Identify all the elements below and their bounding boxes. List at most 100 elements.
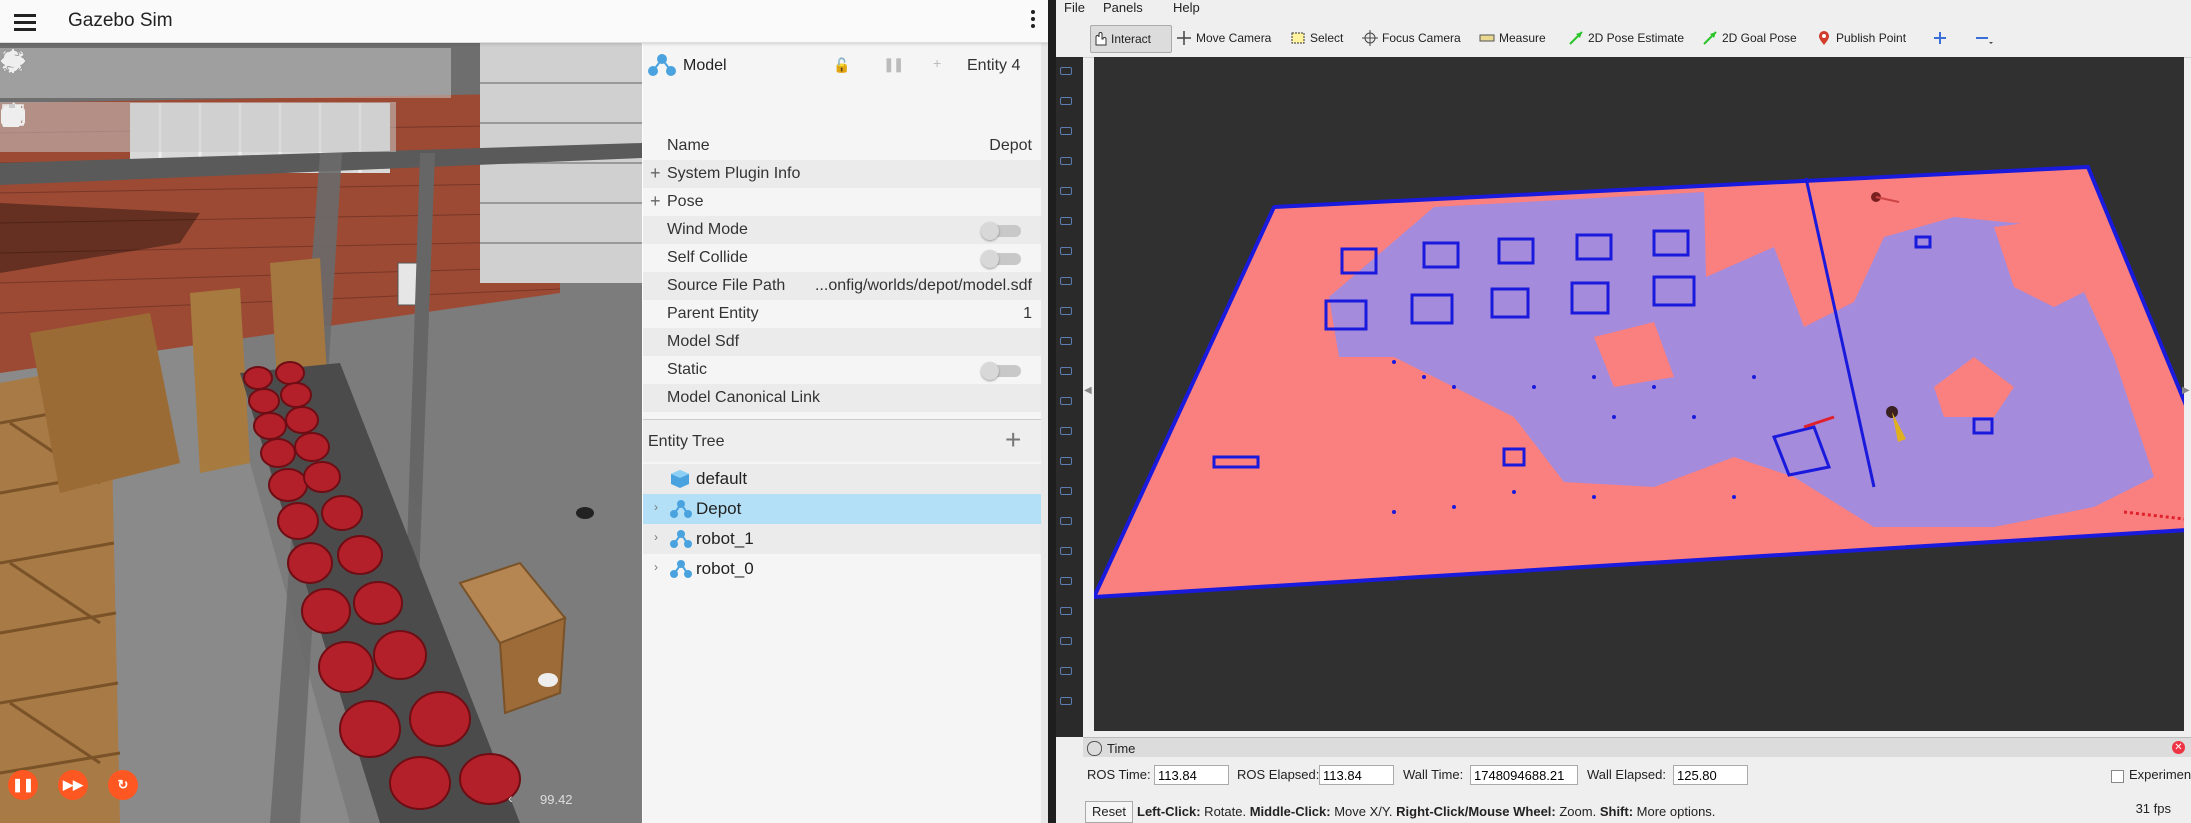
gazebo-header: Gazebo Sim: [0, 0, 1048, 43]
ros-elapsed-field[interactable]: [1319, 765, 1394, 785]
cone-shape-icon[interactable]: [2, 48, 142, 92]
translate-icon[interactable]: [1, 103, 92, 146]
remove-tool-button[interactable]: [1974, 25, 1998, 51]
model-icon: [647, 53, 677, 82]
tree-item-label: robot_0: [696, 559, 754, 578]
experimental-checkbox[interactable]: [2111, 770, 2124, 783]
row-value: ...onfig/worlds/depot/model.sdf: [814, 277, 1032, 294]
row-key: Name: [667, 137, 710, 154]
menu-file[interactable]: File: [1064, 0, 1085, 15]
rotate-icon[interactable]: [2, 102, 141, 146]
entity-id: Entity 4: [967, 57, 1021, 74]
tool-interact[interactable]: Interact: [1090, 25, 1172, 53]
tool-focus-camera[interactable]: Focus Camera: [1362, 25, 1461, 51]
tree-item-default[interactable]: default: [643, 464, 1041, 494]
inspector-header: Model 🔓 ❚❚ + Entity 4: [643, 43, 1041, 85]
rviz-menubar: File Panels Help: [1056, 0, 2191, 16]
grid-icon[interactable]: [2, 104, 238, 146]
row-key: Parent Entity: [667, 305, 759, 322]
directional-light-icon[interactable]: [2, 51, 389, 92]
inspector-row-system-plugin-info[interactable]: + System Plugin Info: [643, 160, 1041, 188]
map-pin-icon: [1819, 31, 1829, 45]
row-key: Model Canonical Link: [667, 389, 820, 406]
scene-3d-viewport[interactable]: ❚❚ ▶▶ ↻ ‹ 99.42: [0, 43, 642, 823]
close-panel-icon[interactable]: ✕: [2172, 741, 2185, 754]
row-key: Model Sdf: [667, 333, 740, 350]
row-key: Source File Path: [667, 277, 786, 294]
inspector-row-parent-entity: Parent Entity 1: [643, 300, 1041, 328]
expand-arrow-icon[interactable]: ›: [654, 530, 658, 544]
ros-time-field[interactable]: [1154, 765, 1229, 785]
left-panel-toggle-icon[interactable]: ◀: [1084, 385, 1092, 396]
tool-measure[interactable]: Measure: [1479, 25, 1546, 51]
menu-panels[interactable]: Panels: [1103, 0, 1143, 15]
sphere-shape-icon[interactable]: [1, 49, 92, 92]
row-key: Static: [667, 361, 708, 378]
cylinder-shape-icon[interactable]: [3, 50, 191, 92]
tree-item-depot[interactable]: › Depot: [643, 494, 1041, 524]
app-title: Gazebo Sim: [68, 10, 173, 31]
add-tool-button[interactable]: [1932, 25, 1952, 51]
fps-counter: 31 fps: [2135, 801, 2171, 816]
capsule-shape-icon[interactable]: [6, 49, 241, 92]
gazebo-scrollbar[interactable]: [1041, 43, 1048, 823]
wall-time-label: Wall Time:: [1403, 767, 1464, 782]
collapsed-displays-panel[interactable]: [1056, 57, 1083, 737]
self-collide-toggle[interactable]: [981, 250, 1021, 268]
wind-mode-toggle[interactable]: [981, 222, 1021, 240]
kebab-menu-icon[interactable]: [1030, 10, 1036, 32]
spot-light-icon[interactable]: [4, 52, 439, 92]
paste-icon[interactable]: [4, 104, 384, 146]
reset-simulation-button[interactable]: ↻: [108, 770, 138, 800]
tree-item-label: robot_1: [696, 529, 754, 548]
pause-updates-icon[interactable]: ❚❚: [883, 56, 905, 73]
playback-controls: ❚❚ ▶▶ ↻: [8, 770, 158, 800]
rviz-3d-view[interactable]: [1094, 57, 2184, 731]
wall-elapsed-field[interactable]: [1673, 765, 1748, 785]
ellipsoid-shape-icon[interactable]: [0, 54, 290, 92]
experimental-label: Experimental: [2129, 767, 2191, 782]
wall-time-field[interactable]: [1470, 765, 1578, 785]
expand-plus-icon[interactable]: +: [650, 191, 661, 212]
lock-icon[interactable]: 🔓: [833, 57, 850, 74]
static-toggle[interactable]: [981, 362, 1021, 380]
screenshot-camera-icon[interactable]: [1, 106, 287, 146]
tool-2d-goal-pose[interactable]: 2D Goal Pose: [1702, 25, 1797, 51]
tool-publish-point[interactable]: Publish Point: [1816, 25, 1906, 51]
pause-button[interactable]: ❚❚: [8, 770, 38, 800]
reset-button[interactable]: Reset: [1085, 801, 1133, 823]
snap-icon[interactable]: [5, 107, 189, 146]
minus-icon: [1976, 37, 1993, 44]
expand-plus-icon[interactable]: +: [650, 163, 661, 184]
wall-elapsed-label: Wall Elapsed:: [1587, 767, 1666, 782]
expand-arrow-icon[interactable]: ›: [654, 560, 658, 574]
menu-help[interactable]: Help: [1173, 0, 1200, 15]
expand-arrow-icon[interactable]: ›: [654, 500, 658, 514]
add-entity-icon[interactable]: +: [1005, 424, 1021, 456]
tool-select[interactable]: Select: [1290, 25, 1343, 51]
inspector-row-pose[interactable]: + Pose: [643, 188, 1041, 216]
step-forward-button[interactable]: ▶▶: [58, 770, 88, 800]
row-key: Pose: [667, 193, 704, 210]
add-component-icon[interactable]: +: [933, 55, 941, 71]
tool-move-camera[interactable]: Move Camera: [1176, 25, 1271, 51]
tool-label: Move Camera: [1196, 31, 1272, 45]
model-icon: [670, 529, 692, 554]
tree-item-robot-1[interactable]: › robot_1: [643, 524, 1041, 554]
tree-item-robot-0[interactable]: › robot_0: [643, 554, 1041, 584]
rtf-expand-icon[interactable]: ‹: [508, 790, 513, 806]
copy-icon[interactable]: [3, 105, 336, 146]
hamburger-menu-icon[interactable]: [14, 11, 36, 31]
hand-icon: [1095, 32, 1107, 46]
point-light-icon[interactable]: [1, 49, 340, 92]
ros-time-label: ROS Time:: [1087, 767, 1151, 782]
tool-2d-pose-estimate[interactable]: 2D Pose Estimate: [1568, 25, 1684, 51]
time-panel-title: Time: [1107, 741, 1136, 756]
rviz-window: File Panels Help Interact Move Camera Se…: [1056, 0, 2191, 823]
inspector-row-source-file-path: Source File Path ...onfig/worlds/depot/m…: [643, 272, 1041, 300]
mouse-hint: Left-Click: Rotate. Middle-Click: Move X…: [1137, 804, 1716, 819]
gazebo-window: Gazebo Sim ❚❚ ▶▶ ↻ ‹ 99.42 Model 🔓 ❚❚ + …: [0, 0, 1048, 823]
right-panel-toggle-icon[interactable]: ▶: [2182, 385, 2190, 396]
tool-label: Focus Camera: [1382, 31, 1461, 45]
rviz-toolbar: Interact Move Camera Select Focus Camera…: [1056, 17, 2191, 58]
